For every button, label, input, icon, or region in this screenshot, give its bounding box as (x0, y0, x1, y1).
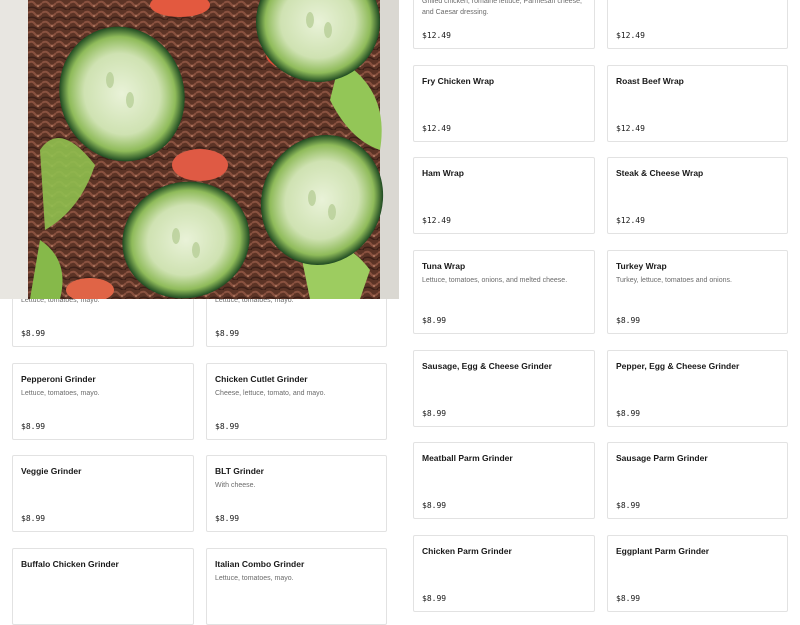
item-description: Grilled chicken, romaine lettuce, Parmes… (422, 0, 582, 16)
item-description: Lettuce, tomatoes, mayo. (215, 575, 294, 582)
item-name: Fry Chicken Wrap (422, 76, 495, 86)
salad-photo-image (0, 0, 399, 299)
menu-item-card[interactable]: BLT Grinder With cheese. $8.99 (206, 455, 387, 532)
menu-item-card[interactable]: Fry Chicken Wrap $12.49 (413, 65, 595, 142)
menu-item-card[interactable]: Italian Combo Grinder Lettuce, tomatoes,… (206, 548, 387, 625)
item-photo (0, 0, 399, 299)
item-price: $8.99 (21, 329, 46, 338)
menu-item-card[interactable]: Sausage Parm Grinder $8.99 (607, 442, 788, 519)
item-name: Tuna Wrap (422, 261, 466, 271)
item-description: Cheese, lettuce, tomato, and mayo. (215, 390, 326, 397)
item-name: Steak & Cheese Wrap (616, 168, 704, 178)
item-name: Chicken Cutlet Grinder (215, 374, 308, 384)
item-name: Italian Combo Grinder (215, 559, 305, 569)
item-price: $8.99 (422, 316, 447, 325)
menu-item-card[interactable]: $12.49 (607, 0, 788, 49)
menu-item-card[interactable]: Eggplant Parm Grinder $8.99 (607, 535, 788, 612)
item-price: $12.49 (422, 31, 451, 40)
item-description: With cheese. (215, 482, 256, 489)
item-price: $8.99 (616, 409, 641, 418)
item-name: Sausage, Egg & Cheese Grinder (422, 361, 552, 371)
item-name: Eggplant Parm Grinder (616, 546, 710, 556)
item-price: $8.99 (616, 316, 641, 325)
item-name: Roast Beef Wrap (616, 76, 684, 86)
item-price: $8.99 (422, 409, 447, 418)
item-name: Ham Wrap (422, 168, 464, 178)
menu-item-card[interactable]: Ham Wrap $12.49 (413, 157, 595, 234)
item-price: $8.99 (21, 422, 46, 431)
menu-item-card[interactable]: Pepperoni Grinder Lettuce, tomatoes, may… (12, 363, 194, 440)
item-price: $12.49 (616, 216, 645, 225)
menu-item-card[interactable]: Meatball Parm Grinder $8.99 (413, 442, 595, 519)
item-name: Meatball Parm Grinder (422, 453, 513, 463)
item-name: Pepper, Egg & Cheese Grinder (616, 361, 740, 371)
item-price: $8.99 (21, 514, 46, 523)
menu-item-card[interactable]: Roast Beef Wrap $12.49 (607, 65, 788, 142)
item-price: $12.49 (616, 31, 645, 40)
item-description: Lettuce, tomatoes, onions, and melted ch… (422, 277, 568, 284)
item-name: Pepperoni Grinder (21, 374, 96, 384)
item-name: BLT Grinder (215, 466, 264, 476)
item-name: Chicken Parm Grinder (422, 546, 512, 556)
item-name: Turkey Wrap (616, 261, 667, 271)
item-price: $8.99 (422, 501, 447, 510)
item-price: $12.49 (422, 124, 451, 133)
menu-item-card[interactable]: Grilled chicken, romaine lettuce, Parmes… (413, 0, 595, 49)
menu-item-card[interactable]: Turkey Wrap Turkey, lettuce, tomatoes an… (607, 250, 788, 334)
item-price: $8.99 (215, 514, 240, 523)
menu-item-card[interactable]: Sausage, Egg & Cheese Grinder $8.99 (413, 350, 595, 427)
menu-item-card[interactable]: Tuna Wrap Lettuce, tomatoes, onions, and… (413, 250, 595, 334)
menu-item-card[interactable]: Buffalo Chicken Grinder (12, 548, 194, 625)
menu-item-card[interactable]: Veggie Grinder $8.99 (12, 455, 194, 532)
item-name: Buffalo Chicken Grinder (21, 559, 119, 569)
item-price: $8.99 (616, 594, 641, 603)
menu-item-card[interactable]: Chicken Cutlet Grinder Cheese, lettuce, … (206, 363, 387, 440)
item-description: Lettuce, tomatoes, mayo. (21, 390, 100, 397)
item-description: Turkey, lettuce, tomatoes and onions. (616, 277, 732, 284)
item-name: Veggie Grinder (21, 466, 82, 476)
item-price: $8.99 (616, 501, 641, 510)
item-price: $12.49 (422, 216, 451, 225)
item-price: $12.49 (616, 124, 645, 133)
item-price: $8.99 (215, 422, 240, 431)
menu-item-card[interactable]: Steak & Cheese Wrap $12.49 (607, 157, 788, 234)
item-price: $8.99 (422, 594, 447, 603)
item-price: $8.99 (215, 329, 240, 338)
menu-item-card[interactable]: Pepper, Egg & Cheese Grinder $8.99 (607, 350, 788, 427)
item-name: Sausage Parm Grinder (616, 453, 708, 463)
menu-item-card[interactable]: Chicken Parm Grinder $8.99 (413, 535, 595, 612)
